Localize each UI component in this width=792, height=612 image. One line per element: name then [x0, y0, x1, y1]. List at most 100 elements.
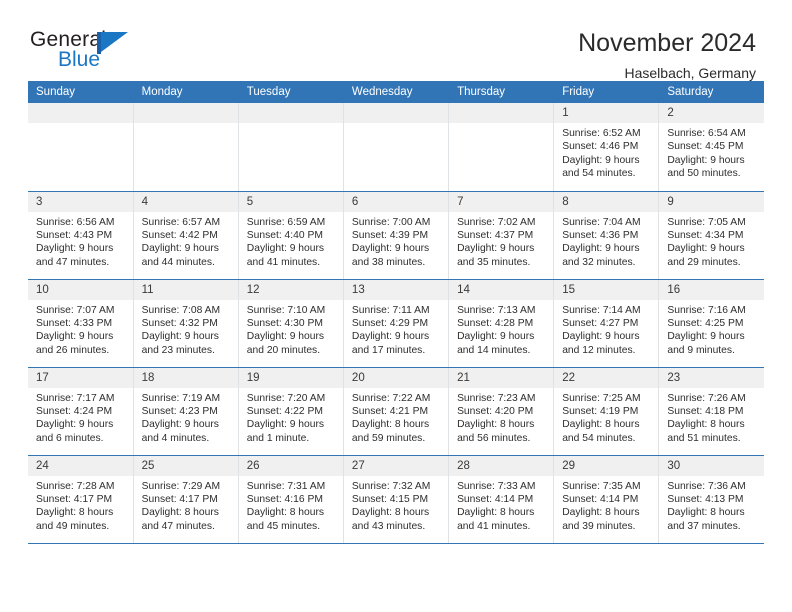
day-number: 12 — [238, 279, 343, 300]
day-number: 20 — [343, 367, 449, 388]
sunset-time: Sunset: 4:32 PM — [141, 317, 218, 329]
page-subtitle-location: Haselbach, Germany — [624, 65, 756, 81]
sunset-time: Sunset: 4:15 PM — [351, 493, 429, 505]
calendar-day-cell[interactable]: 8 Sunrise: 7:04 AM Sunset: 4:36 PM Daylight… — [553, 191, 660, 280]
daylight-duration-line1: Daylight: 9 hours — [351, 331, 430, 343]
daylight-duration-line1: Daylight: 9 hours — [141, 243, 219, 255]
sunrise-time: Sunrise: 6:52 AM — [562, 128, 641, 139]
calendar-day-cell[interactable]: 7 Sunrise: 7:02 AM Sunset: 4:37 PM Daylight… — [448, 191, 555, 280]
daylight-duration-line2: and 17 minutes. — [351, 344, 426, 356]
calendar-day-cell[interactable]: 4 Sunrise: 6:57 AM Sunset: 4:42 PM Daylight… — [133, 191, 239, 280]
sunset-time: Sunset: 4:30 PM — [246, 317, 323, 329]
calendar-day-cell[interactable]: 15 Sunrise: 7:14 AM Sunset: 4:27 PM Dayligh… — [553, 279, 660, 368]
sunset-time: Sunset: 4:19 PM — [562, 405, 639, 417]
daylight-duration-line1: Daylight: 9 hours — [351, 243, 430, 255]
sunrise-time: Sunrise: 7:29 AM — [141, 480, 221, 492]
sunset-time: Sunset: 4:45 PM — [667, 141, 744, 153]
day-detail-block: Sunrise: 6:52 AM Sunset: 4:46 PM Daylight:… — [554, 123, 658, 181]
day-number — [238, 103, 343, 123]
calendar-day-cell[interactable]: 2 Sunrise: 6:54 AM Sunset: 4:45 PM Daylight… — [658, 103, 764, 192]
day-detail-block: Sunrise: 7:11 AM Sunset: 4:29 PM Daylight:… — [344, 300, 448, 358]
calendar-day-cell[interactable]: 26 Sunrise: 7:31 AM Sunset: 4:16 PM Dayligh… — [238, 455, 344, 544]
calendar-body: 1 Sunrise: 6:52 AM Sunset: 4:46 PM Daylight… — [28, 103, 764, 544]
daylight-duration-line2: and 43 minutes. — [351, 520, 426, 532]
day-detail-block: Sunrise: 6:56 AM Sunset: 4:43 PM Daylight:… — [28, 212, 133, 270]
daylight-duration-line2: and 41 minutes. — [246, 256, 321, 268]
day-detail-block: Sunrise: 7:25 AM Sunset: 4:19 PM Daylight:… — [554, 388, 658, 446]
daylight-duration-line1: Daylight: 8 hours — [562, 507, 640, 519]
logo-word-blue: Blue — [58, 48, 101, 71]
calendar-day-cell[interactable]: 9 Sunrise: 7:05 AM Sunset: 4:34 PM Daylight… — [658, 191, 764, 280]
calendar-day-cell[interactable]: 13 Sunrise: 7:11 AM Sunset: 4:29 PM Dayligh… — [343, 279, 450, 368]
calendar-day-cell[interactable]: 22 Sunrise: 7:25 AM Sunset: 4:19 PM Dayligh… — [553, 367, 660, 456]
day-number: 30 — [659, 455, 764, 476]
sunrise-time: Sunrise: 7:36 AM — [667, 480, 746, 492]
sunset-time: Sunset: 4:28 PM — [457, 317, 534, 329]
calendar-week-row: 10 Sunrise: 7:07 AM Sunset: 4:33 PM Dayligh… — [28, 279, 764, 368]
day-number: 16 — [659, 279, 764, 300]
calendar-header-row-group: Sunday Monday Tuesday Wednesday Thursday… — [28, 81, 764, 103]
daylight-duration-line2: and 1 minute. — [246, 432, 310, 444]
sunset-time: Sunset: 4:14 PM — [457, 493, 534, 505]
sunrise-time: Sunrise: 6:59 AM — [246, 216, 326, 228]
day-detail-block: Sunrise: 7:19 AM Sunset: 4:23 PM Daylight:… — [134, 388, 238, 446]
daylight-duration-line2: and 9 minutes. — [667, 344, 735, 356]
calendar-day-cell[interactable]: 16 Sunrise: 7:16 AM Sunset: 4:25 PM Dayligh… — [658, 279, 764, 368]
calendar-day-cell[interactable]: 6 Sunrise: 7:00 AM Sunset: 4:39 PM Daylight… — [343, 191, 450, 280]
day-detail-block: Sunrise: 7:16 AM Sunset: 4:25 PM Daylight:… — [659, 300, 764, 358]
daylight-duration-line2: and 54 minutes. — [562, 432, 636, 444]
sunrise-time: Sunrise: 7:20 AM — [246, 392, 326, 404]
calendar-day-cell[interactable]: 21 Sunrise: 7:23 AM Sunset: 4:20 PM Dayligh… — [448, 367, 555, 456]
daylight-duration-line1: Daylight: 8 hours — [351, 507, 430, 519]
calendar-day-cell[interactable]: 17 Sunrise: 7:17 AM Sunset: 4:24 PM Dayligh… — [28, 367, 134, 456]
daylight-duration-line1: Daylight: 9 hours — [562, 243, 640, 255]
calendar-day-cell[interactable]: 29 Sunrise: 7:35 AM Sunset: 4:14 PM Dayligh… — [553, 455, 660, 544]
weekday-header-sunday: Sunday — [28, 81, 134, 103]
daylight-duration-line1: Daylight: 9 hours — [246, 331, 325, 343]
calendar-day-cell[interactable]: 18 Sunrise: 7:19 AM Sunset: 4:23 PM Dayligh… — [133, 367, 239, 456]
calendar-day-cell[interactable]: 5 Sunrise: 6:59 AM Sunset: 4:40 PM Daylight… — [238, 191, 344, 280]
calendar-day-cell[interactable]: 23 Sunrise: 7:26 AM Sunset: 4:18 PM Dayligh… — [658, 367, 764, 456]
day-number: 23 — [659, 367, 764, 388]
calendar-day-cell[interactable]: 20 Sunrise: 7:22 AM Sunset: 4:21 PM Dayligh… — [343, 367, 450, 456]
daylight-duration-line2: and 39 minutes. — [562, 520, 636, 532]
day-detail-block: Sunrise: 7:04 AM Sunset: 4:36 PM Daylight:… — [554, 212, 658, 270]
calendar-day-cell[interactable]: 30 Sunrise: 7:36 AM Sunset: 4:13 PM Dayligh… — [658, 455, 764, 544]
day-number: 4 — [133, 191, 238, 212]
calendar-day-cell[interactable]: 28 Sunrise: 7:33 AM Sunset: 4:14 PM Dayligh… — [448, 455, 555, 544]
day-detail-block: Sunrise: 7:07 AM Sunset: 4:33 PM Daylight:… — [28, 300, 133, 358]
calendar-day-cell[interactable]: 12 Sunrise: 7:10 AM Sunset: 4:30 PM Dayligh… — [238, 279, 344, 368]
daylight-duration-line2: and 29 minutes. — [667, 256, 741, 268]
calendar-day-cell[interactable]: 1 Sunrise: 6:52 AM Sunset: 4:46 PM Daylight… — [553, 103, 660, 192]
day-detail-block: Sunrise: 7:05 AM Sunset: 4:34 PM Daylight:… — [659, 212, 764, 270]
day-number: 29 — [554, 455, 659, 476]
calendar-day-cell[interactable]: 27 Sunrise: 7:32 AM Sunset: 4:15 PM Dayligh… — [343, 455, 450, 544]
sunset-time: Sunset: 4:20 PM — [457, 405, 534, 417]
general-blue-logo[interactable]: General Blue — [30, 28, 150, 78]
calendar-day-cell[interactable]: 11 Sunrise: 7:08 AM Sunset: 4:32 PM Dayligh… — [133, 279, 239, 368]
page-header: General Blue November 2024 Haselbach, Ge… — [0, 0, 792, 81]
day-number — [133, 103, 238, 123]
daylight-duration-line2: and 14 minutes. — [457, 344, 531, 356]
day-number: 14 — [449, 279, 554, 300]
sunset-time: Sunset: 4:16 PM — [246, 493, 323, 505]
day-number: 5 — [238, 191, 343, 212]
sunrise-time: Sunrise: 7:17 AM — [36, 392, 115, 404]
sunset-time: Sunset: 4:18 PM — [667, 405, 744, 417]
calendar-day-cell[interactable]: 14 Sunrise: 7:13 AM Sunset: 4:28 PM Dayligh… — [448, 279, 555, 368]
calendar-day-cell[interactable]: 3 Sunrise: 6:56 AM Sunset: 4:43 PM Daylight… — [28, 191, 134, 280]
day-detail-block: Sunrise: 7:31 AM Sunset: 4:16 PM Daylight:… — [239, 476, 343, 534]
calendar-day-cell[interactable]: 10 Sunrise: 7:07 AM Sunset: 4:33 PM Dayligh… — [28, 279, 134, 368]
day-number: 9 — [659, 191, 764, 212]
calendar-day-cell-empty — [448, 103, 555, 192]
daylight-duration-line2: and 26 minutes. — [36, 344, 110, 356]
daylight-duration-line1: Daylight: 8 hours — [562, 419, 640, 431]
calendar-table: Sunday Monday Tuesday Wednesday Thursday… — [28, 81, 764, 544]
daylight-duration-line1: Daylight: 9 hours — [141, 331, 219, 343]
calendar-day-cell[interactable]: 25 Sunrise: 7:29 AM Sunset: 4:17 PM Dayligh… — [133, 455, 239, 544]
calendar-day-cell[interactable]: 19 Sunrise: 7:20 AM Sunset: 4:22 PM Dayligh… — [238, 367, 344, 456]
calendar-day-cell[interactable]: 24 Sunrise: 7:28 AM Sunset: 4:17 PM Dayligh… — [28, 455, 134, 544]
day-number: 24 — [28, 455, 133, 476]
daylight-duration-line1: Daylight: 8 hours — [141, 507, 219, 519]
day-detail-block: Sunrise: 7:22 AM Sunset: 4:21 PM Daylight:… — [344, 388, 448, 446]
